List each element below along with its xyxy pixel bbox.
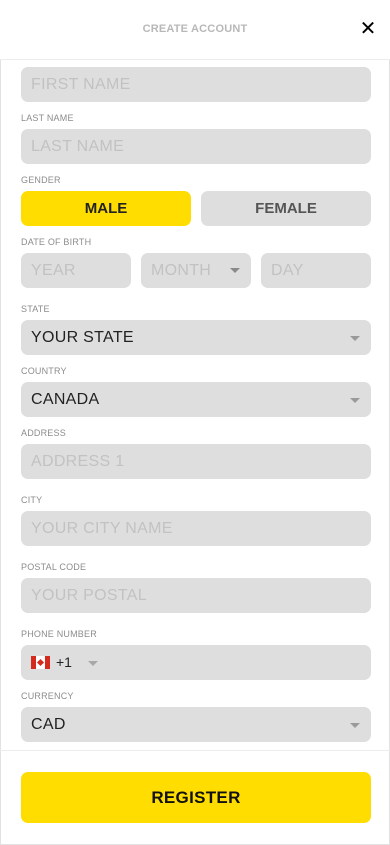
city-placeholder: YOUR CITY NAME — [31, 520, 173, 537]
address-field[interactable]: ADDRESS 1 — [21, 444, 371, 479]
city-field[interactable]: YOUR CITY NAME — [21, 511, 371, 546]
gender-male-button[interactable]: MALE — [21, 191, 191, 226]
modal-title: CREATE ACCOUNT — [142, 23, 248, 35]
country-label: COUNTRY — [21, 366, 67, 376]
state-value: YOUR STATE — [31, 329, 134, 346]
state-select[interactable]: YOUR STATE — [21, 320, 371, 355]
chevron-down-icon — [350, 723, 360, 728]
date-of-birth-label: DATE OF BIRTH — [21, 237, 92, 247]
chevron-down-icon — [350, 398, 360, 403]
gender-female-button[interactable]: FEMALE — [201, 191, 371, 226]
birth-year-field[interactable]: YEAR — [21, 253, 131, 288]
footer-divider — [0, 750, 390, 751]
chevron-down-icon — [230, 268, 240, 273]
chevron-down-icon — [350, 336, 360, 341]
city-label: CITY — [21, 495, 43, 505]
birth-month-placeholder: MONTH — [151, 262, 212, 279]
birth-day-field[interactable]: DAY — [261, 253, 371, 288]
postal-code-placeholder: YOUR POSTAL — [31, 587, 147, 604]
country-value: CANADA — [31, 391, 100, 408]
first-name-placeholder: FIRST NAME — [31, 76, 131, 93]
currency-value: CAD — [31, 716, 66, 733]
last-name-placeholder: LAST NAME — [31, 138, 125, 155]
dial-code: +1 — [56, 654, 72, 670]
birth-month-select[interactable]: MONTH — [141, 253, 251, 288]
country-select[interactable]: CANADA — [21, 382, 371, 417]
phone-number-label: PHONE NUMBER — [21, 629, 97, 639]
modal-header: CREATE ACCOUNT ✕ — [0, 0, 390, 60]
chevron-down-icon[interactable] — [88, 661, 98, 666]
phone-number-field[interactable]: +1 — [21, 645, 371, 680]
address-label: ADDRESS — [21, 428, 66, 438]
currency-select[interactable]: CAD — [21, 707, 371, 742]
close-icon[interactable]: ✕ — [358, 18, 378, 40]
gender-label: GENDER — [21, 175, 61, 185]
currency-label: CURRENCY — [21, 691, 74, 701]
last-name-field[interactable]: LAST NAME — [21, 129, 371, 164]
registration-form: FIRST NAME LAST NAME LAST NAME GENDER MA… — [0, 60, 390, 750]
register-button[interactable]: REGISTER — [21, 772, 371, 823]
state-label: STATE — [21, 304, 50, 314]
first-name-field[interactable]: FIRST NAME — [21, 67, 371, 102]
postal-code-field[interactable]: YOUR POSTAL — [21, 578, 371, 613]
address-placeholder: ADDRESS 1 — [31, 453, 125, 470]
birth-year-placeholder: YEAR — [31, 262, 76, 279]
last-name-label: LAST NAME — [21, 113, 74, 123]
postal-code-label: POSTAL CODE — [21, 562, 87, 572]
canada-flag-icon[interactable] — [31, 656, 50, 669]
birth-day-placeholder: DAY — [271, 262, 304, 279]
